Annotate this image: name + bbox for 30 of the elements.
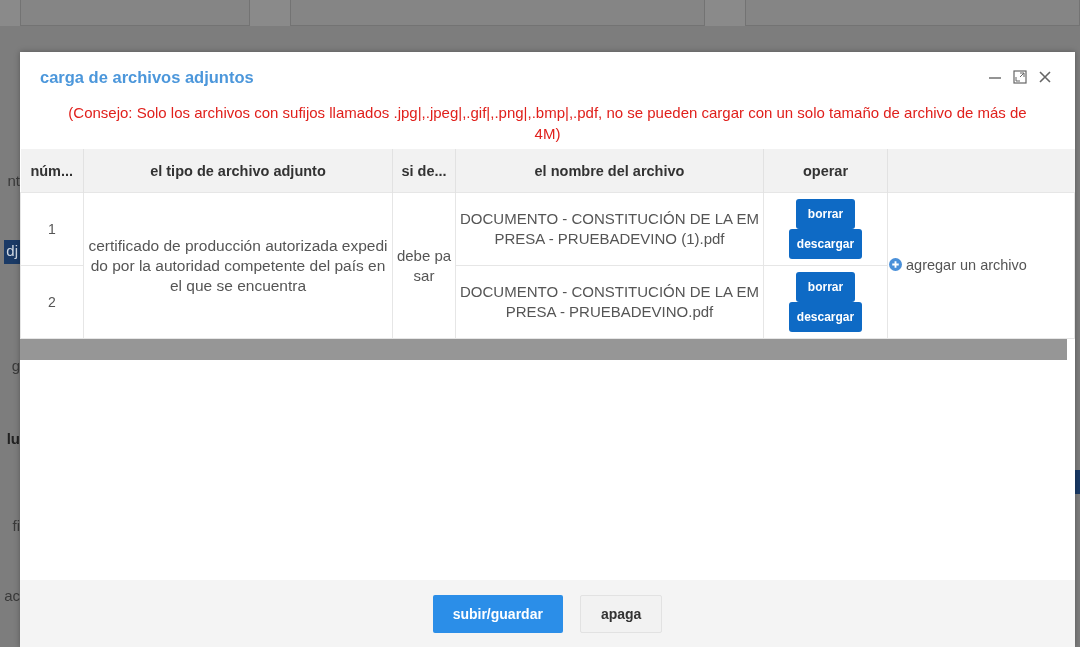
add-file-link[interactable]: agregar un archivo	[906, 254, 1027, 275]
close-button[interactable]: apaga	[579, 594, 663, 633]
background-text: dj	[4, 240, 20, 264]
column-header: el nombre del archivo	[455, 149, 764, 193]
column-header: operar	[763, 149, 888, 193]
background-text: fi	[12, 516, 20, 536]
save-button[interactable]: subir/guardar	[432, 594, 563, 633]
background-text: ac	[4, 586, 20, 606]
background-text: nt	[7, 171, 20, 191]
table-cell: 2	[20, 265, 84, 339]
column-header: núm...	[20, 149, 84, 193]
table-cell: 1	[20, 192, 84, 266]
maximize-icon[interactable]	[1012, 69, 1028, 85]
column-header: el tipo de archivo adjunto	[83, 149, 393, 193]
table-cell: DOCUMENTO - CONSTITUCIÓN DE LA EMPRESA - PRUEBADEVINO.pdf	[455, 265, 764, 339]
close-icon[interactable]	[1037, 69, 1053, 85]
download-button[interactable]: descargar	[788, 302, 863, 332]
hint-text: (Consejo: Solo los archivos con sufijos llamados .jpg|,.jpeg|,.gif|,.png|,.bmp|,.pdf, no se pueden cargar con un solo tamaño de archivo de más de 4M)	[67, 103, 1028, 144]
table-cell: DOCUMENTO - CONSTITUCIÓN DE LA EMPRESA - PRUEBADEVINO (1).pdf	[455, 192, 764, 266]
delete-button[interactable]: borrar	[795, 272, 856, 302]
dialog-title: carga de archivos adjuntos	[40, 67, 254, 87]
download-button[interactable]: descargar	[788, 229, 863, 259]
background-text: lu	[6, 429, 20, 449]
table-cell: certificado de producción autorizada expedido por la autoridad competente del país en el que se encuentra	[83, 192, 393, 339]
plus-circle-icon[interactable]	[889, 258, 902, 272]
scrollbar[interactable]	[20, 339, 1067, 360]
delete-button[interactable]: borrar	[795, 199, 856, 229]
background-text: g	[11, 356, 20, 376]
column-header: si de...	[392, 149, 456, 193]
table-cell: debe pasar	[392, 192, 456, 339]
